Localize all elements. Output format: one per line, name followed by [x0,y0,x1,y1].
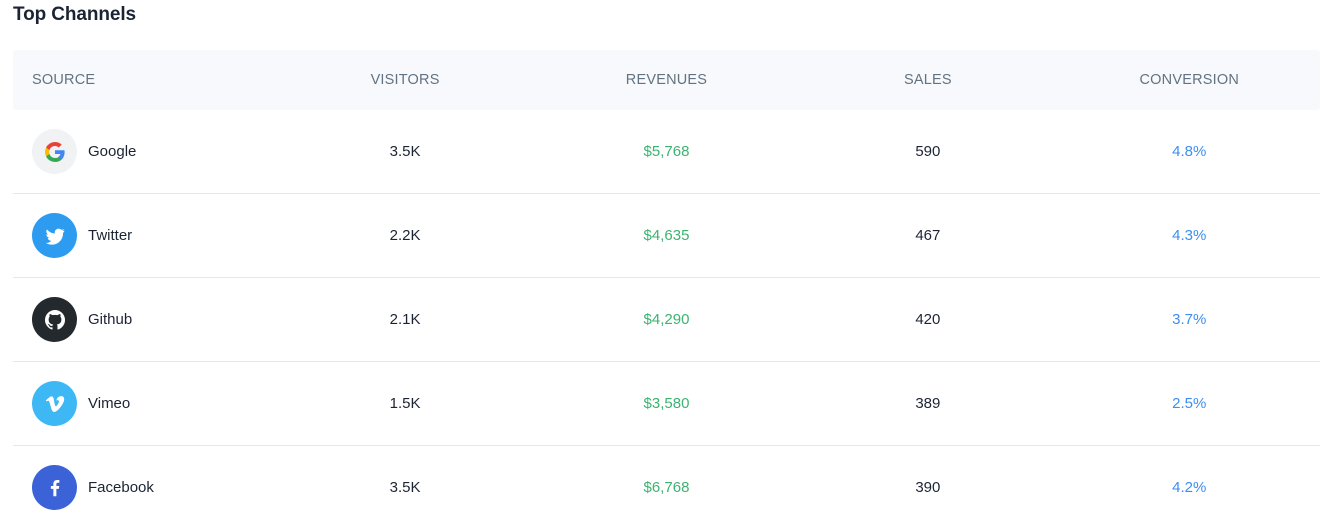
header-source: SOURCE [32,72,96,88]
conversion-value: 4.2% [1172,479,1207,496]
sales-value: 590 [915,143,941,160]
source-cell: Google [13,129,274,174]
source-name: Google [88,143,137,160]
header-conversion: CONVERSION [1139,72,1239,88]
source-cell: Github [13,297,274,342]
table-row: Google 3.5K $5,768 590 4.8% [13,110,1320,194]
top-channels-card: Top Channels SOURCE VISITORS REVENUES SA… [0,0,1327,529]
visitors-value: 3.5K [389,479,421,496]
sales-value: 389 [915,395,941,412]
visitors-value: 2.1K [389,311,421,328]
source-name: Vimeo [88,395,131,412]
source-cell: Facebook [13,465,274,510]
vimeo-icon [32,381,77,426]
sales-value: 420 [915,311,941,328]
header-sales: SALES [903,72,952,88]
visitors-value: 3.5K [389,143,421,160]
revenue-value: $4,290 [643,311,690,328]
revenue-value: $3,580 [643,395,690,412]
source-wrap: Vimeo [32,381,274,426]
visitors-value: 1.5K [389,395,421,412]
revenue-value: $5,768 [643,143,690,160]
table-row: Vimeo 1.5K $3,580 389 2.5% [13,362,1320,446]
channels-table: SOURCE VISITORS REVENUES SALES CONVERSIO… [13,50,1320,529]
table-row: Facebook 3.5K $6,768 390 4.2% [13,446,1320,529]
facebook-icon [32,465,77,510]
source-wrap: Twitter [32,213,274,258]
card-title: Top Channels [13,4,137,25]
github-icon [32,297,77,342]
sales-value: 390 [915,479,941,496]
twitter-icon [32,213,77,258]
table-row: Github 2.1K $4,290 420 3.7% [13,278,1320,362]
table-header: SOURCE VISITORS REVENUES SALES CONVERSIO… [13,50,1320,110]
header-visitors: VISITORS [370,72,440,88]
google-icon [32,129,77,174]
visitors-value: 2.2K [389,227,421,244]
source-name: Github [88,311,133,328]
table-row: Twitter 2.2K $4,635 467 4.3% [13,194,1320,278]
source-wrap: Github [32,297,274,342]
conversion-value: 4.3% [1172,227,1207,244]
header-revenues: REVENUES [625,72,708,88]
conversion-value: 2.5% [1172,395,1207,412]
source-cell: Vimeo [13,381,274,426]
source-wrap: Facebook [32,465,274,510]
revenue-value: $6,768 [643,479,690,496]
source-name: Twitter [88,227,133,244]
source-name: Facebook [88,479,154,496]
source-cell: Twitter [13,213,274,258]
sales-value: 467 [915,227,941,244]
revenue-value: $4,635 [643,227,690,244]
conversion-value: 4.8% [1172,143,1207,160]
conversion-value: 3.7% [1172,311,1207,328]
source-wrap: Google [32,129,274,174]
